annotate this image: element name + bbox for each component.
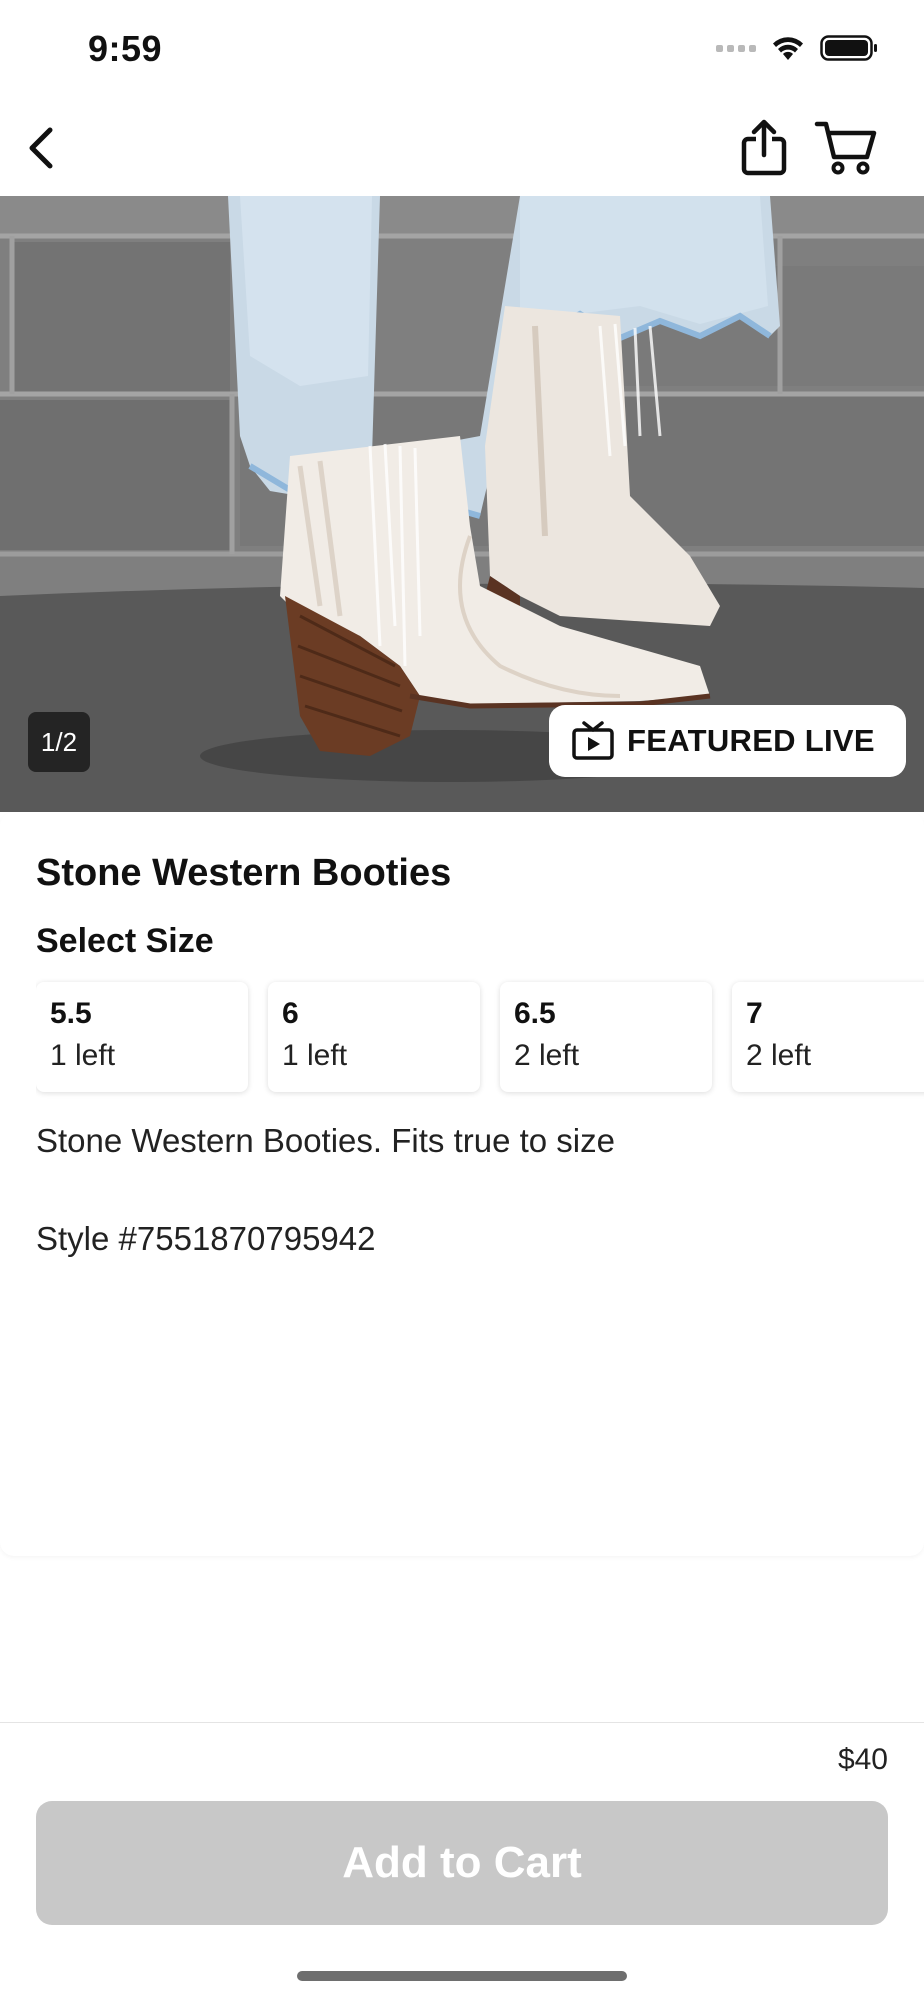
size-value: 6.5	[514, 997, 556, 1030]
price: $40	[837, 1743, 888, 1776]
size-stock: 2 left	[746, 1039, 812, 1072]
share-button[interactable]	[728, 112, 800, 184]
tv-play-icon	[572, 721, 614, 760]
battery-icon	[820, 35, 877, 61]
cart-icon	[814, 121, 877, 175]
select-size-label: Select Size	[36, 922, 214, 960]
size-stock: 1 left	[282, 1039, 348, 1072]
size-value: 6	[282, 997, 299, 1030]
style-number: Style #7551870795942	[36, 1220, 376, 1257]
status-time: 9:59	[88, 28, 163, 69]
checkout-bar: $40 Add to Cart	[0, 1722, 924, 2001]
size-stock: 2 left	[514, 1039, 580, 1072]
product-title: Stone Western Booties	[36, 852, 452, 894]
status-indicators	[716, 34, 878, 62]
size-option-6[interactable]: 6 1 left	[268, 982, 480, 1092]
size-option-7[interactable]: 7 2 left	[732, 982, 924, 1092]
size-option-5-5[interactable]: 5.5 1 left	[36, 982, 248, 1092]
product-image-carousel[interactable]: 1/2 FEATURED LIVE	[0, 196, 924, 812]
image-counter: 1/2	[28, 712, 90, 772]
nav-bar	[0, 100, 924, 196]
size-option-6-5[interactable]: 6.5 2 left	[500, 982, 712, 1092]
add-to-cart-button[interactable]: Add to Cart	[36, 1801, 888, 1925]
product-details-card: Stone Western Booties Select Size 5.5 1 …	[0, 812, 924, 1556]
size-value: 5.5	[50, 997, 92, 1030]
featured-live-badge[interactable]: FEATURED LIVE	[549, 705, 906, 777]
home-indicator[interactable]	[297, 1971, 627, 1981]
cellular-signal-icon	[716, 44, 756, 52]
wifi-icon	[773, 37, 803, 60]
share-icon	[741, 119, 787, 176]
size-selector[interactable]: 5.5 1 left 6 1 left 6.5 2 left 7 2 left	[36, 978, 924, 1104]
back-button[interactable]	[6, 112, 78, 184]
chevron-left-icon	[29, 127, 53, 169]
product-description: Stone Western Booties. Fits true to size	[36, 1122, 615, 1159]
size-stock: 1 left	[50, 1039, 116, 1072]
status-bar: 9:59	[0, 0, 924, 100]
cart-button[interactable]	[810, 112, 882, 184]
size-value: 7	[746, 997, 763, 1030]
featured-live-label: FEATURED LIVE	[627, 723, 875, 758]
